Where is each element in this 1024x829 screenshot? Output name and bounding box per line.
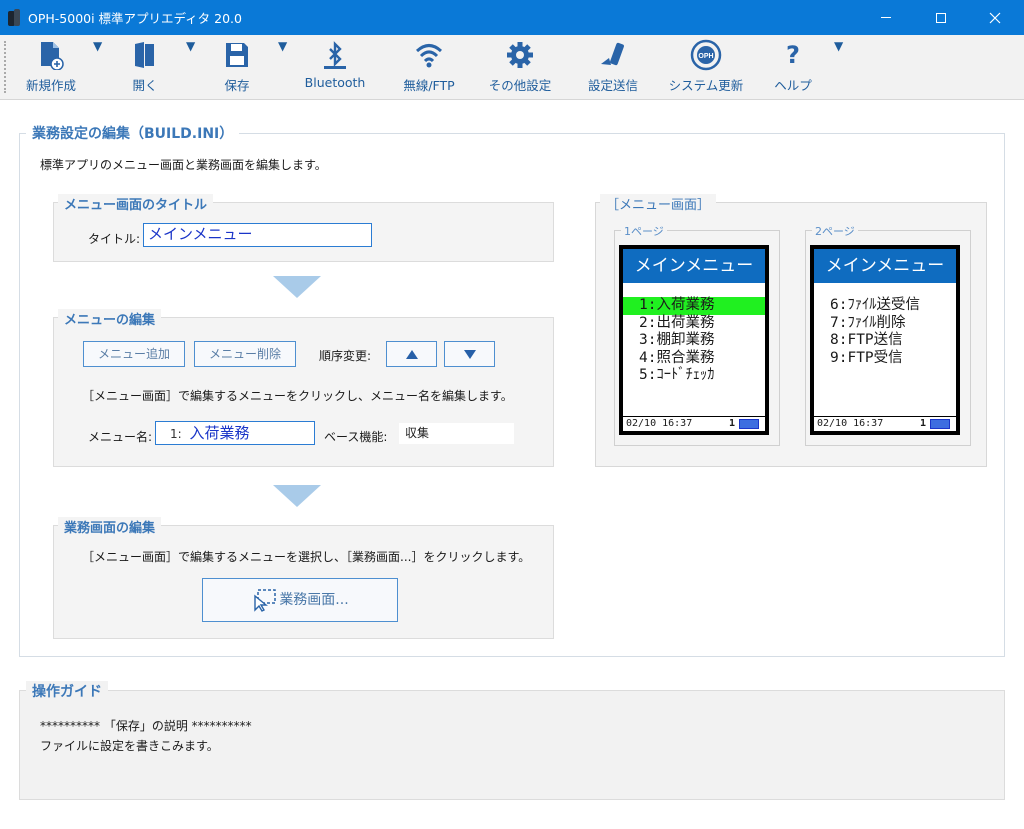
settings-send-button[interactable]: 設定送信 (580, 39, 646, 97)
screen-2-header: メインメニュー (814, 249, 956, 283)
screen-2-status-bar: 02/10 16:37 1 (814, 416, 956, 431)
device-page-1[interactable]: メインメニュー 1:入荷業務 2:出荷業務 3:棚卸業務 4:照合業務 5:ｺｰ… (619, 245, 769, 435)
add-menu-button[interactable]: メニュー追加 (83, 341, 185, 367)
base-function-label: ベース機能: (324, 430, 388, 444)
wireless-ftp-button[interactable]: 無線/FTP (394, 39, 464, 97)
help-button[interactable]: ? ヘルプ (768, 39, 818, 97)
screen-2-clock: 02/10 16:37 (817, 418, 884, 429)
open-dropdown[interactable]: ▼ (186, 39, 195, 97)
page-1-label: 1ページ (621, 223, 667, 239)
screen-1-header: メインメニュー (623, 249, 765, 283)
battery-icon (739, 419, 759, 429)
other-settings-button[interactable]: その他設定 (482, 39, 558, 97)
work-screen-button[interactable]: 業務画面... (202, 578, 398, 622)
wifi-icon (415, 44, 443, 68)
menu-title-label: タイトル: (88, 232, 141, 246)
menu-item[interactable]: 6:ﾌｧｲﾙ送受信 (814, 297, 956, 315)
open-button[interactable]: 開く (120, 39, 170, 97)
screen-2-indicator: 1 (919, 418, 926, 429)
move-up-button[interactable] (386, 341, 437, 367)
guide-line-2: ファイルに設定を書きこみます。 (40, 739, 219, 753)
system-update-icon: OPH (690, 39, 722, 71)
close-button[interactable] (972, 0, 1018, 35)
up-arrow-icon (405, 349, 418, 359)
gear-icon (507, 42, 533, 68)
menu-item[interactable]: 8:FTP送信 (814, 332, 956, 350)
send-icon (601, 42, 624, 66)
save-button[interactable]: 保存 (212, 39, 262, 97)
new-file-icon (41, 42, 64, 70)
menu-title-input[interactable]: メインメニュー (143, 223, 372, 247)
help-icon: ? (786, 41, 800, 69)
device-page-2[interactable]: メインメニュー 6:ﾌｧｲﾙ送受信 7:ﾌｧｲﾙ削除 8:FTP送信 9:FTP… (810, 245, 960, 435)
app-icon (8, 8, 22, 27)
business-settings-description: 標準アプリのメニュー画面と業務画面を編集します。 (40, 158, 327, 172)
battery-icon (930, 419, 950, 429)
screen-1-indicator: 1 (728, 418, 735, 429)
operation-guide-panel: 操作ガイド ********** 「保存」の説明 ********** ファイル… (19, 681, 1005, 800)
bluetooth-button[interactable]: Bluetooth (300, 39, 370, 97)
toolbar: 新規作成 ▼ 開く ▼ 保存 ▼ Bluetooth 無線/FTP その他設定 … (0, 35, 1024, 100)
order-change-label: 順序変更: (319, 349, 372, 363)
menu-name-field[interactable]: 1: 入荷業務 (155, 421, 315, 445)
new-file-dropdown[interactable]: ▼ (93, 39, 102, 97)
move-down-button[interactable] (444, 341, 495, 367)
menu-item[interactable]: 7:ﾌｧｲﾙ削除 (814, 315, 956, 333)
menu-title-panel-title: メニュー画面のタイトル (58, 194, 214, 213)
guide-line-1: ********** 「保存」の説明 ********** (40, 719, 252, 733)
maximize-button[interactable] (918, 0, 964, 35)
minimize-button[interactable] (863, 0, 909, 35)
device-screen-2: メインメニュー 6:ﾌｧｲﾙ送受信 7:ﾌｧｲﾙ削除 8:FTP送信 9:FTP… (814, 249, 956, 431)
work-screen-panel-title: 業務画面の編集 (58, 517, 162, 536)
screen-1-menu-list: 1:入荷業務 2:出荷業務 3:棚卸業務 4:照合業務 5:ｺｰﾄﾞﾁｪｯｶ (623, 297, 765, 385)
screen-1-clock: 02/10 16:37 (626, 418, 693, 429)
svg-text:OPH: OPH (698, 53, 713, 60)
system-update-button[interactable]: OPH システム更新 (664, 39, 748, 97)
menu-item[interactable]: 5:ｺｰﾄﾞﾁｪｯｶ (623, 367, 765, 385)
title-bar: OPH-5000i 標準アプリエディタ 20.0 (0, 0, 1024, 35)
cursor-select-icon (254, 589, 277, 612)
menu-name-index: 1: (170, 427, 182, 441)
menu-name-label: メニュー名: (88, 430, 153, 444)
work-screen-button-label: 業務画面... (279, 592, 349, 608)
help-dropdown[interactable]: ▼ (834, 39, 843, 97)
screen-1-status-bar: 02/10 16:37 1 (623, 416, 765, 431)
delete-menu-button[interactable]: メニュー削除 (194, 341, 296, 367)
screen-2-menu-list: 6:ﾌｧｲﾙ送受信 7:ﾌｧｲﾙ削除 8:FTP送信 9:FTP受信 (814, 297, 956, 367)
device-screen-1: メインメニュー 1:入荷業務 2:出荷業務 3:棚卸業務 4:照合業務 5:ｺｰ… (623, 249, 765, 431)
menu-item[interactable]: 1:入荷業務 (623, 297, 765, 315)
close-icon (989, 12, 1001, 23)
operation-guide-title: 操作ガイド (26, 681, 108, 701)
base-function-value: 収集 (399, 423, 514, 444)
down-arrow-icon (463, 349, 476, 359)
bluetooth-icon (324, 41, 346, 69)
menu-edit-panel-title: メニューの編集 (58, 309, 162, 328)
menu-edit-instruction: ［メニュー画面］で編集するメニューをクリックし、メニュー名を編集します。 (82, 389, 513, 403)
menu-preview-title: ［メニュー画面］ (600, 194, 717, 213)
menu-item[interactable]: 3:棚卸業務 (623, 332, 765, 350)
menu-item[interactable]: 9:FTP受信 (814, 350, 956, 368)
menu-name-value: 入荷業務 (189, 424, 250, 442)
save-dropdown[interactable]: ▼ (278, 39, 287, 97)
flow-arrow-2 (273, 485, 321, 507)
menu-item[interactable]: 4:照合業務 (623, 350, 765, 368)
save-icon (226, 43, 248, 67)
toolbar-grip[interactable] (4, 41, 6, 93)
business-settings-title: 業務設定の編集（BUILD.INI） (26, 123, 240, 143)
window-title: OPH-5000i 標準アプリエディタ 20.0 (28, 11, 242, 26)
work-screen-instruction: ［メニュー画面］で編集するメニューを選択し、［業務画面...］をクリックします。 (82, 550, 531, 564)
page-2-label: 2ページ (812, 223, 858, 239)
open-icon (135, 42, 154, 68)
menu-item[interactable]: 2:出荷業務 (623, 315, 765, 333)
new-file-button[interactable]: 新規作成 (16, 39, 86, 97)
flow-arrow-1 (273, 276, 321, 298)
